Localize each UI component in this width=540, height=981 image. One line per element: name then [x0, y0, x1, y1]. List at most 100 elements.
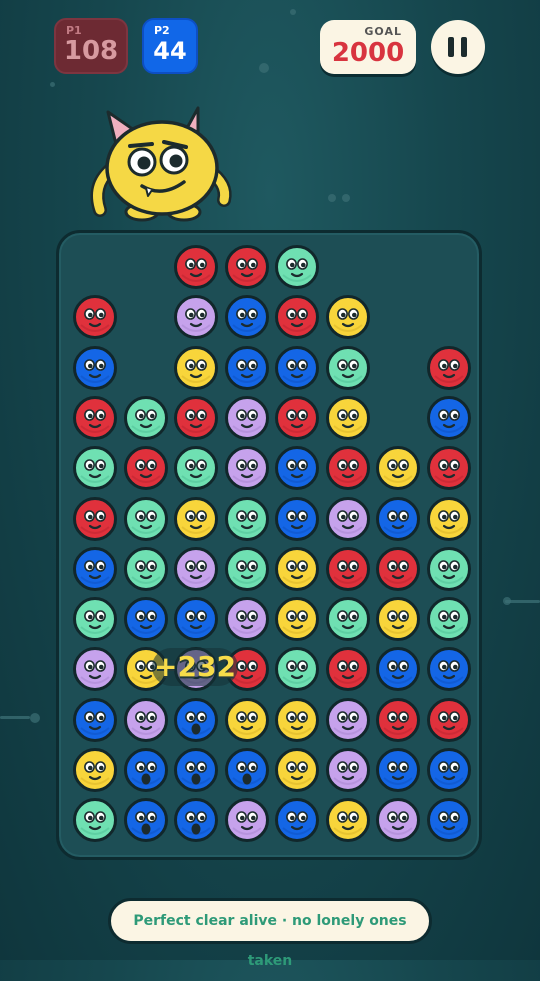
purple-blob[interactable] [224, 446, 269, 491]
yellow-blob[interactable] [73, 748, 117, 792]
purple-blob[interactable] [325, 496, 370, 541]
yellow-blob[interactable] [275, 597, 319, 642]
red-blob[interactable] [426, 697, 471, 742]
red-blob[interactable] [426, 345, 471, 390]
red-blob[interactable] [325, 446, 370, 491]
pause-button[interactable] [431, 20, 485, 74]
green-blob[interactable] [224, 496, 269, 541]
red-blob[interactable] [174, 245, 218, 289]
green-blob[interactable] [426, 546, 471, 591]
blue-blob[interactable] [376, 748, 420, 792]
yellow-blob[interactable] [224, 697, 269, 742]
yellow-blob[interactable] [325, 295, 370, 340]
green-blob[interactable] [224, 546, 269, 591]
red-blob[interactable] [224, 245, 269, 289]
red-blob[interactable] [376, 546, 420, 591]
green-blob[interactable] [123, 546, 168, 591]
green-blob[interactable] [426, 597, 471, 642]
blue-blob[interactable] [174, 697, 218, 742]
purple-blob[interactable] [174, 546, 218, 591]
purple-blob[interactable] [123, 697, 168, 742]
goal-value: 2000 [331, 38, 405, 68]
red-blob[interactable] [325, 647, 370, 692]
green-blob[interactable] [123, 496, 168, 541]
yellow-blob[interactable] [426, 496, 471, 541]
purple-blob[interactable] [224, 395, 269, 440]
green-blob[interactable] [275, 647, 319, 692]
yellow-blob[interactable] [174, 496, 218, 541]
red-blob[interactable] [123, 446, 168, 491]
blue-blob[interactable] [426, 748, 471, 792]
yellow-blob[interactable] [174, 345, 218, 390]
purple-blob[interactable] [376, 798, 420, 843]
purple-blob[interactable] [224, 597, 269, 642]
goal-label: GOAL [364, 25, 402, 38]
blue-blob[interactable] [73, 546, 117, 591]
green-blob[interactable] [174, 446, 218, 491]
blue-blob[interactable] [174, 748, 218, 792]
red-blob[interactable] [73, 496, 117, 541]
background-dot [259, 63, 269, 73]
blue-blob[interactable] [275, 345, 319, 390]
yellow-horned-monster-icon [86, 104, 236, 228]
red-blob[interactable] [376, 697, 420, 742]
blue-blob[interactable] [376, 647, 420, 692]
yellow-blob[interactable] [275, 546, 319, 591]
background-line [0, 716, 30, 719]
blue-blob[interactable] [174, 597, 218, 642]
player-two-score: P2 44 [142, 18, 198, 74]
blue-blob[interactable] [123, 597, 168, 642]
player-one-score: P1 108 [54, 18, 128, 74]
green-blob[interactable] [325, 345, 370, 390]
blue-blob[interactable] [174, 798, 218, 843]
background-dot [342, 194, 350, 202]
red-blob[interactable] [73, 395, 117, 440]
red-blob[interactable] [325, 546, 370, 591]
yellow-blob[interactable] [376, 446, 420, 491]
blue-blob[interactable] [376, 496, 420, 541]
blue-blob[interactable] [224, 345, 269, 390]
blue-blob[interactable] [275, 446, 319, 491]
green-blob[interactable] [73, 446, 117, 491]
background-dot [30, 713, 40, 723]
green-blob[interactable] [275, 245, 319, 289]
blue-blob[interactable] [73, 697, 117, 742]
purple-blob[interactable] [174, 295, 218, 340]
player-one-value: 108 [63, 36, 119, 66]
yellow-blob[interactable] [376, 597, 420, 642]
purple-blob[interactable] [224, 798, 269, 843]
goal-badge: GOAL 2000 [320, 20, 416, 74]
yellow-blob[interactable] [325, 395, 370, 440]
background-dot [50, 82, 55, 87]
red-blob[interactable] [275, 395, 319, 440]
red-blob[interactable] [426, 446, 471, 491]
status-message: Perfect clear alive · no lonely ones tak… [108, 898, 432, 969]
purple-blob[interactable] [325, 748, 370, 792]
purple-blob[interactable] [325, 697, 370, 742]
red-blob[interactable] [275, 295, 319, 340]
yellow-blob[interactable] [275, 697, 319, 742]
blue-blob[interactable] [426, 647, 471, 692]
blue-blob[interactable] [426, 798, 471, 843]
blue-blob[interactable] [426, 395, 471, 440]
green-blob[interactable] [73, 597, 117, 642]
yellow-blob[interactable] [275, 748, 319, 792]
blue-blob[interactable] [224, 295, 269, 340]
green-blob[interactable] [73, 798, 117, 843]
blue-blob[interactable] [224, 748, 269, 792]
blue-blob[interactable] [275, 496, 319, 541]
yellow-blob[interactable] [325, 798, 370, 843]
background-dot [290, 9, 296, 15]
blue-blob[interactable] [275, 798, 319, 843]
red-blob[interactable] [174, 395, 218, 440]
blue-blob[interactable] [123, 798, 168, 843]
blue-blob[interactable] [73, 345, 117, 390]
score-popup: +232 [152, 648, 238, 686]
player-two-value: 44 [153, 37, 187, 65]
red-blob[interactable] [73, 295, 117, 340]
blue-blob[interactable] [123, 748, 168, 792]
purple-blob[interactable] [73, 647, 117, 692]
green-blob[interactable] [123, 395, 168, 440]
game-board [56, 230, 482, 860]
green-blob[interactable] [325, 597, 370, 642]
